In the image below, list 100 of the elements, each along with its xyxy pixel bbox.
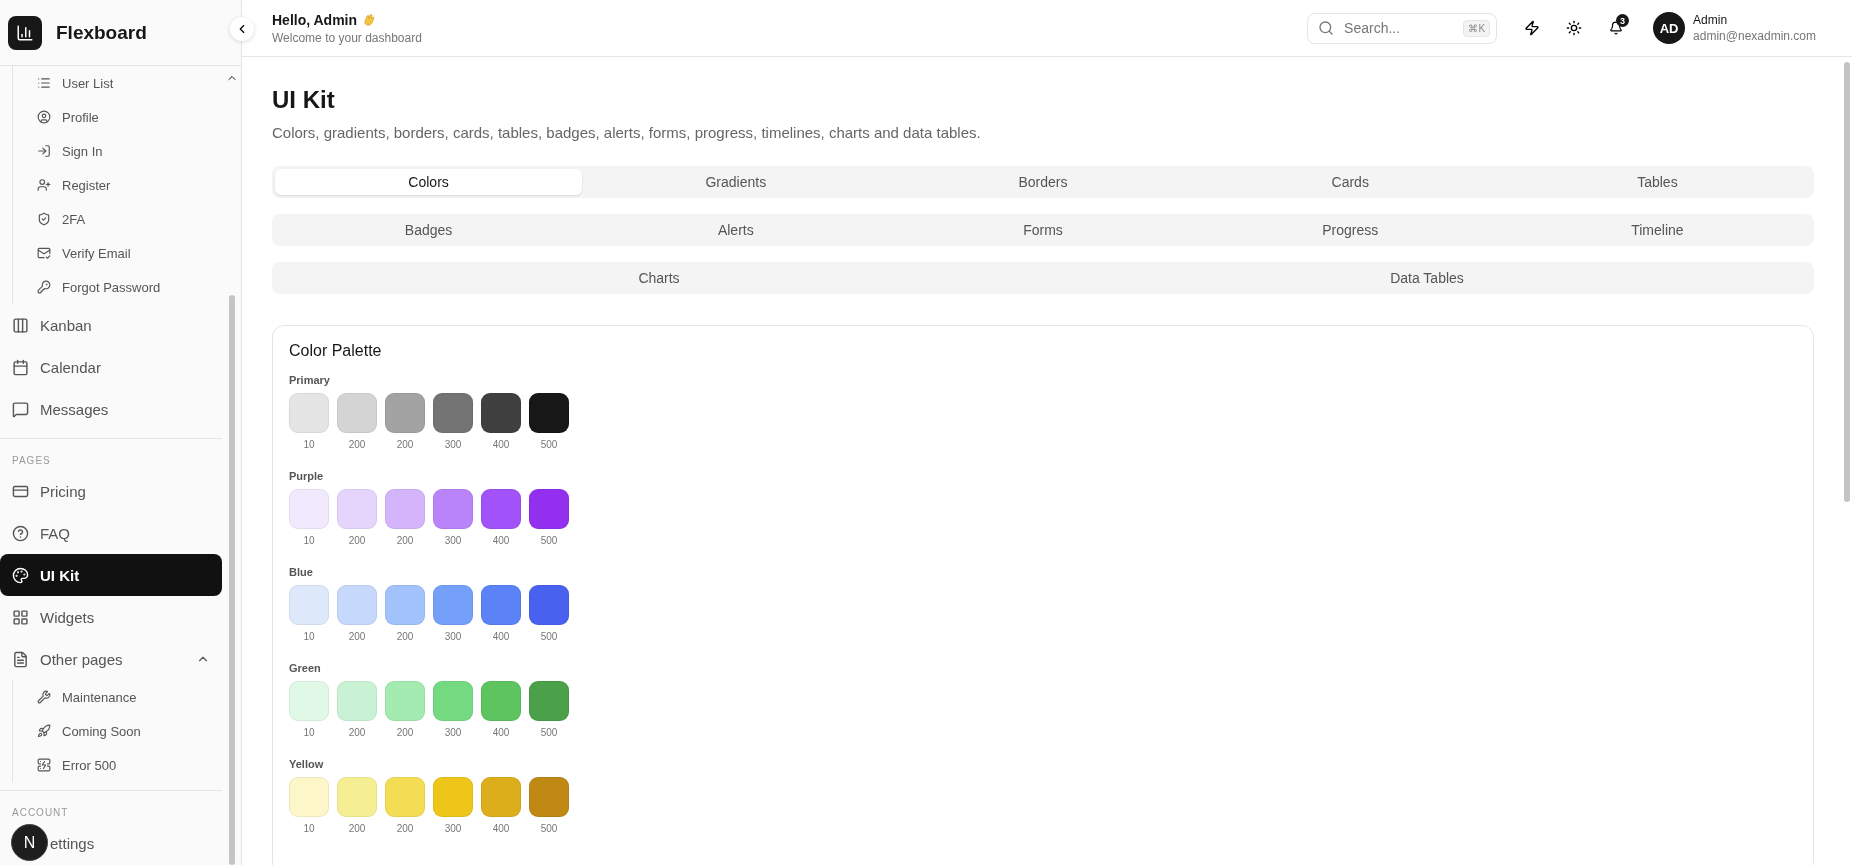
- shade-label: 10: [303, 439, 315, 450]
- brand-name: Flexboard: [56, 21, 147, 44]
- shade-label: 200: [396, 535, 414, 546]
- user-avatar[interactable]: AD: [1653, 12, 1686, 44]
- card-title: Color Palette: [289, 342, 383, 360]
- sidebar-subitem[interactable]: 2FA: [37, 202, 222, 236]
- sidebar-subitem[interactable]: Maintenance: [37, 680, 222, 714]
- wrench-icon: [37, 690, 51, 704]
- shade-label: 10: [303, 727, 315, 738]
- shade-label: 10: [303, 823, 315, 834]
- palette-name: Primary: [289, 374, 331, 386]
- palette-name: Purple: [289, 470, 325, 482]
- shade-label: 200: [396, 439, 414, 450]
- section-label: PAGES: [11, 454, 52, 468]
- sidebar-item[interactable]: Widgets: [0, 596, 222, 638]
- sun-icon: [1566, 20, 1583, 36]
- tab[interactable]: Tables: [1503, 169, 1811, 195]
- user-plus-icon: [37, 178, 51, 192]
- columns-icon: [12, 316, 29, 334]
- shade-label: 400: [492, 823, 510, 834]
- floating-badge[interactable]: N: [11, 824, 48, 861]
- shade-label: 200: [348, 727, 366, 738]
- shade-label: 500: [540, 439, 558, 450]
- sidebar-item[interactable]: Kanban: [0, 304, 222, 346]
- sidebar-item[interactable]: Pricing: [0, 470, 222, 512]
- rocket-icon: [37, 724, 51, 738]
- tab[interactable]: Cards: [1196, 169, 1504, 195]
- scrollbar-thumb[interactable]: [1844, 62, 1850, 502]
- grid-icon: [12, 608, 29, 626]
- shade-label: 10: [303, 535, 315, 546]
- user-email: admin@nexadmin.com: [1693, 29, 1816, 43]
- search-icon: [1318, 20, 1335, 36]
- shade-label: 200: [348, 823, 366, 834]
- tab[interactable]: Progress: [1196, 217, 1504, 243]
- tab[interactable]: Gradients: [582, 169, 890, 195]
- mail-icon: [37, 246, 51, 260]
- shade-label: 400: [492, 535, 510, 546]
- shade-label: 400: [492, 727, 510, 738]
- help-icon: [12, 524, 29, 542]
- user-circle-icon: [37, 110, 51, 124]
- sidebar-subitem[interactable]: Profile: [37, 100, 222, 134]
- sidebar-item[interactable]: Calendar: [0, 346, 222, 388]
- calendar-icon: [12, 358, 29, 376]
- sidebar-subitem[interactable]: Forgot Password: [37, 270, 222, 304]
- shade-label: 400: [492, 631, 510, 642]
- sidebar-subitem[interactable]: User List: [37, 66, 222, 100]
- sidebar-item[interactable]: UI Kit: [0, 554, 222, 596]
- search-input[interactable]: Search...: [1342, 19, 1443, 37]
- sidebar-subitem[interactable]: Coming Soon: [37, 714, 222, 748]
- shade-label: 200: [348, 535, 366, 546]
- sidebar-item[interactable]: Messages: [0, 388, 222, 430]
- user-name: Admin: [1693, 13, 1729, 27]
- shade-label: 200: [396, 631, 414, 642]
- sidebar-subitem[interactable]: Register: [37, 168, 222, 202]
- sidebar-subitem[interactable]: Error 500: [37, 748, 222, 782]
- notifications-button[interactable]: 3: [1595, 12, 1638, 44]
- server-icon: [37, 758, 51, 772]
- list-icon: [37, 76, 51, 90]
- sign-in-icon: [37, 144, 51, 158]
- greeting: Hello, Admin: [272, 11, 358, 28]
- key-icon: [37, 280, 51, 294]
- logo-icon: [8, 15, 42, 50]
- sidebar-item[interactable]: Other pages: [0, 638, 222, 680]
- shade-label: 300: [444, 631, 462, 642]
- tab[interactable]: Forms: [889, 217, 1197, 243]
- sidebar-subitem[interactable]: Verify Email: [37, 236, 222, 270]
- shade-label: 300: [444, 727, 462, 738]
- tab[interactable]: Colors: [275, 169, 583, 195]
- greeting-subtitle: Welcome to your dashboard: [272, 30, 422, 45]
- palette-name: Blue: [289, 566, 314, 578]
- sidebar-subitem[interactable]: Sign In: [37, 134, 222, 168]
- scrollbar-thumb[interactable]: [228, 295, 235, 865]
- section-label: ACCOUNT: [11, 806, 70, 820]
- tab[interactable]: Charts: [275, 265, 1043, 291]
- tab[interactable]: Borders: [889, 169, 1197, 195]
- sidebar-item[interactable]: FAQ: [0, 512, 222, 554]
- notification-count: 3: [1616, 14, 1630, 27]
- chat-icon: [12, 400, 29, 418]
- shade-label: 500: [540, 535, 558, 546]
- document-icon: [12, 650, 29, 668]
- tab[interactable]: Badges: [275, 217, 583, 243]
- shade-label: 300: [444, 439, 462, 450]
- shade-label: 200: [348, 439, 366, 450]
- shade-label: 300: [444, 535, 462, 546]
- tab[interactable]: Timeline: [1503, 217, 1811, 243]
- shade-label: 300: [444, 823, 462, 834]
- shield-icon: [37, 212, 51, 226]
- tab[interactable]: Data Tables: [1043, 265, 1811, 291]
- shade-label: 200: [396, 727, 414, 738]
- palette-name: Yellow: [289, 758, 325, 770]
- tab[interactable]: Alerts: [582, 217, 890, 243]
- palette-name: Green: [289, 662, 322, 674]
- waving-hand-icon: [362, 12, 377, 27]
- shade-label: 10: [303, 631, 315, 642]
- shortcut-hint: ⌘K: [1463, 19, 1491, 37]
- collapse-button[interactable]: [230, 17, 254, 41]
- shade-label: 200: [396, 823, 414, 834]
- shade-label: 500: [540, 631, 558, 642]
- shade-label: 400: [492, 439, 510, 450]
- page-subtitle: Colors, gradients, borders, cards, tables, badges, alerts, forms, progress, timelines, charts and data tables.: [272, 124, 982, 141]
